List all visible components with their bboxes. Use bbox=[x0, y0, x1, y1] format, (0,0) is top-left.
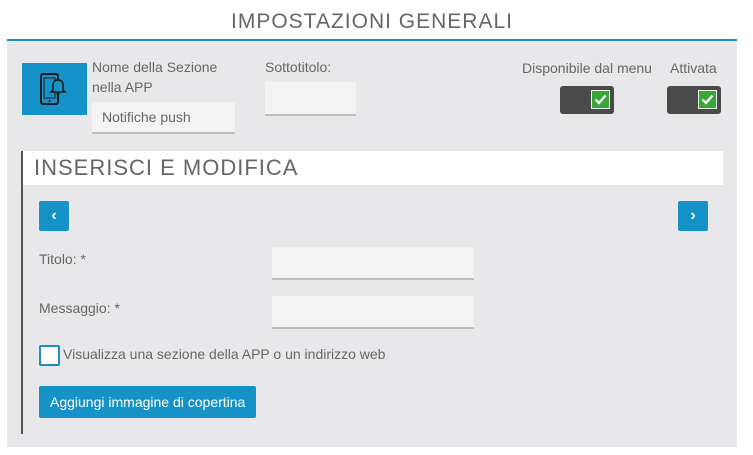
enabled-label: Attivata bbox=[670, 60, 717, 76]
section-name-input[interactable] bbox=[92, 102, 235, 134]
enabled-toggle[interactable] bbox=[667, 86, 721, 114]
message-label: Messaggio: * bbox=[39, 300, 120, 316]
next-button[interactable]: › bbox=[678, 201, 708, 231]
link-checkbox[interactable] bbox=[39, 345, 60, 366]
general-settings-panel: IMPOSTAZIONI GENERALI Nome della Sezione… bbox=[7, 5, 737, 447]
title-input[interactable] bbox=[272, 247, 474, 280]
menu-available-label: Disponibile dal menu bbox=[522, 60, 652, 76]
add-cover-image-button[interactable]: Aggiungi immagine di copertina bbox=[39, 386, 257, 418]
check-icon bbox=[698, 90, 717, 109]
insert-edit-section: INSERISCI E MODIFICA ‹ › Titolo: * Messa… bbox=[21, 151, 723, 434]
section-title: INSERISCI E MODIFICA bbox=[34, 155, 299, 180]
check-icon bbox=[591, 90, 610, 109]
link-checkbox-label: Visualizza una sezione della APP o un in… bbox=[63, 346, 386, 362]
menu-available-toggle[interactable] bbox=[560, 86, 614, 114]
title-label: Titolo: * bbox=[39, 251, 86, 267]
section-header: INSERISCI E MODIFICA bbox=[23, 151, 723, 185]
page-title: IMPOSTAZIONI GENERALI bbox=[7, 5, 737, 41]
subtitle-input[interactable] bbox=[265, 82, 356, 116]
section-name-label: Nome della Sezione nella APP bbox=[92, 59, 218, 95]
prev-button[interactable]: ‹ bbox=[39, 201, 69, 231]
subtitle-label: Sottotitolo: bbox=[265, 59, 332, 75]
message-input[interactable] bbox=[272, 296, 474, 329]
mobile-notification-icon bbox=[22, 63, 87, 115]
